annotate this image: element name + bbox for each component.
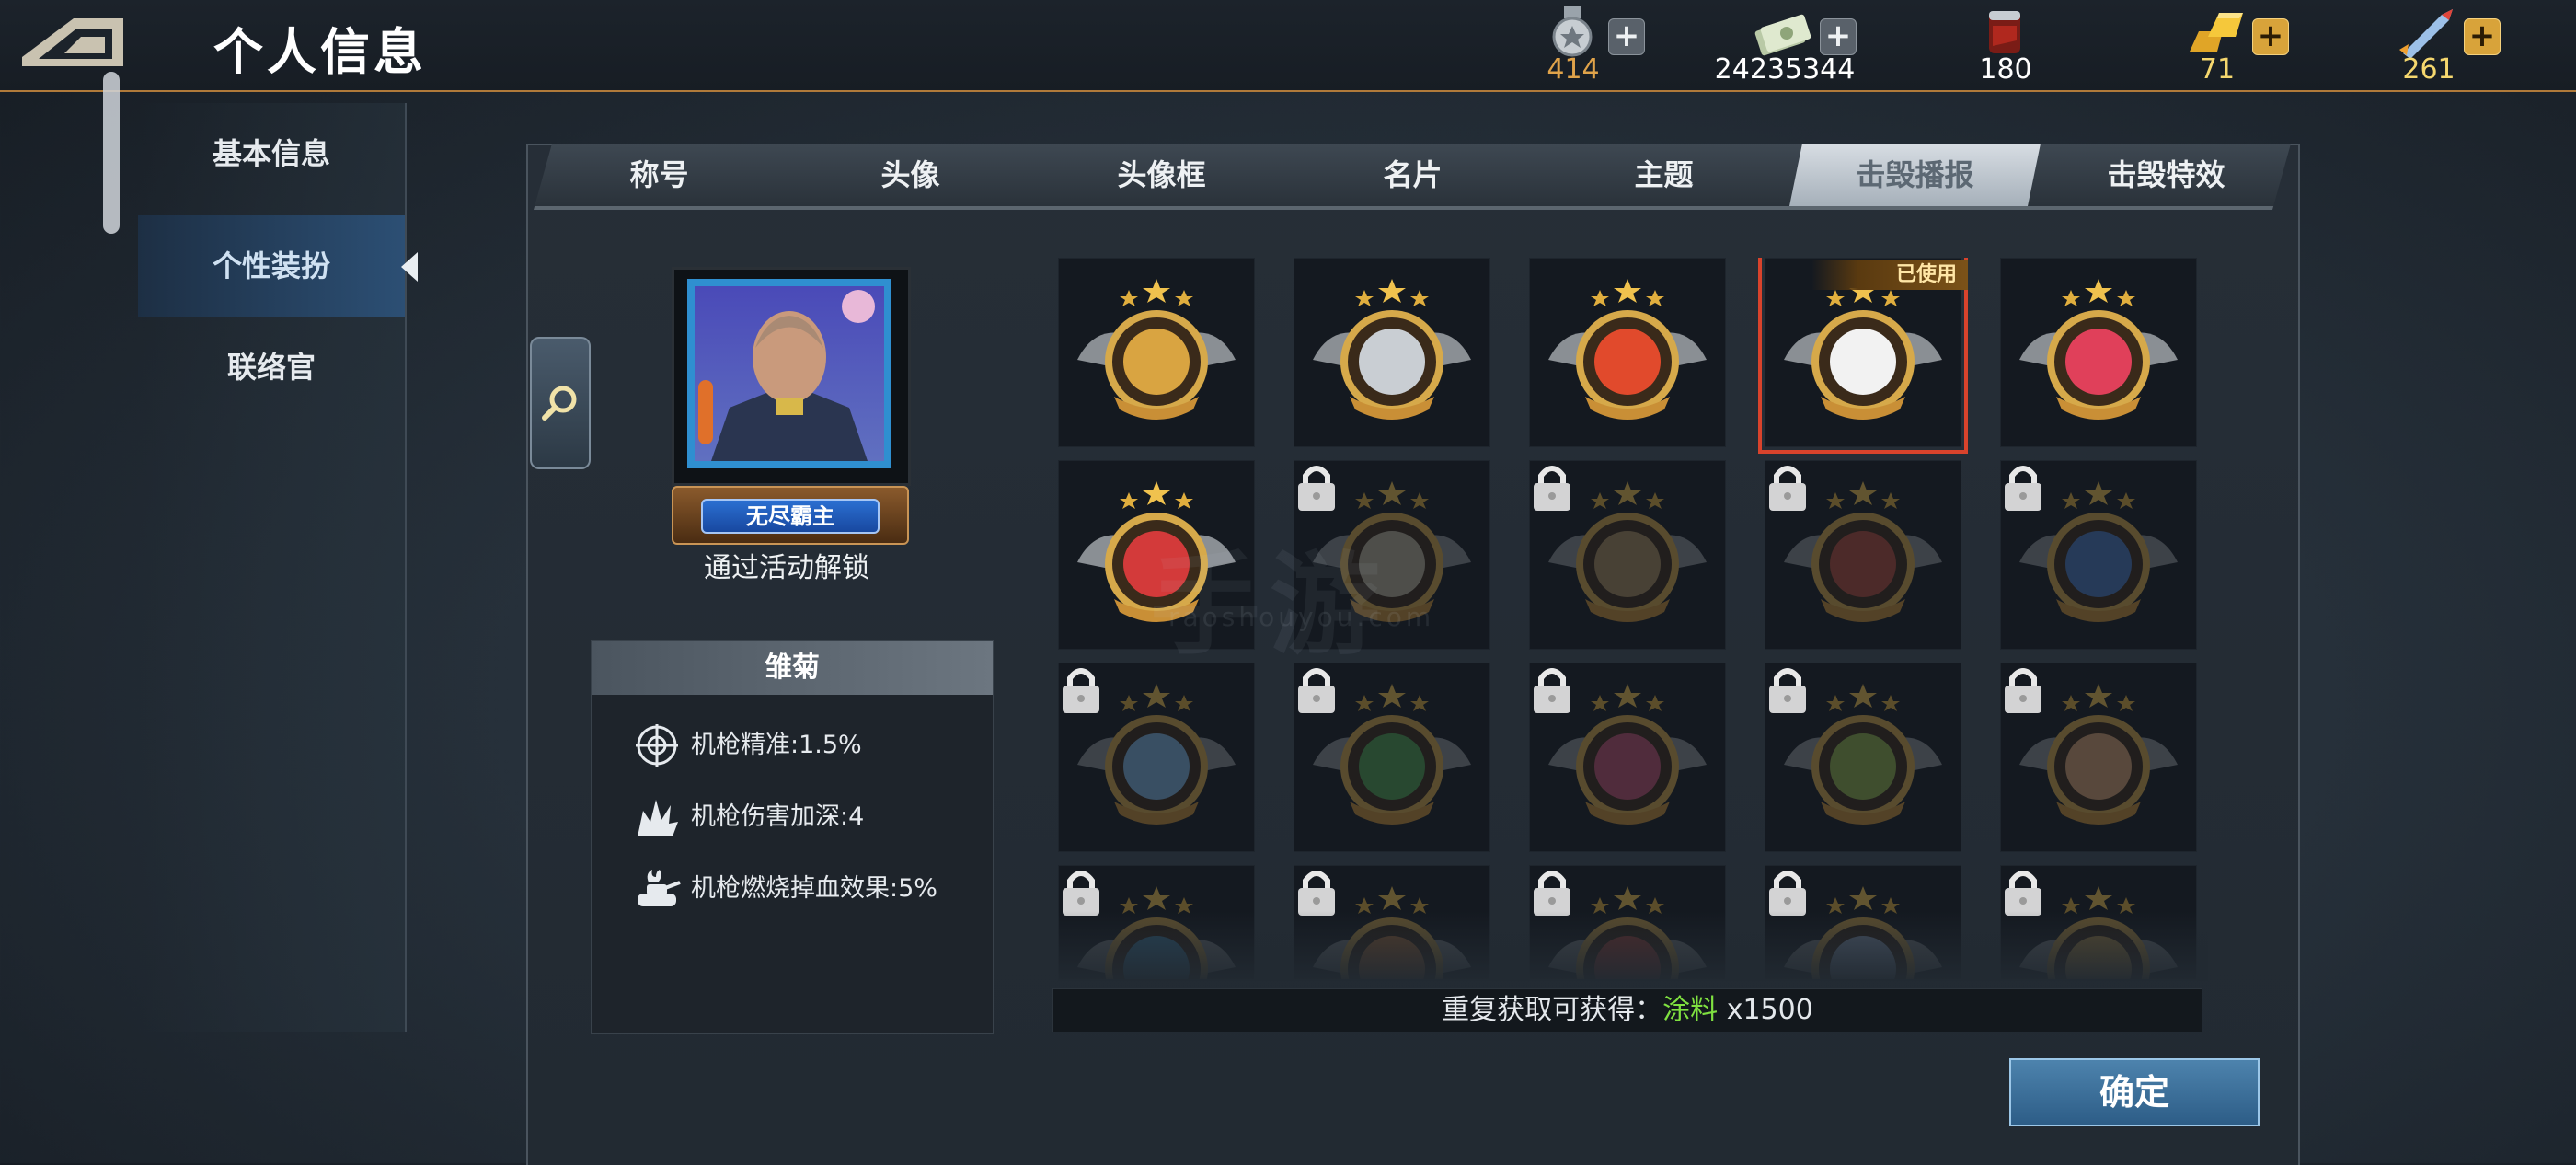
lock-icon xyxy=(2005,466,2041,511)
resource-value: 24235344 xyxy=(1714,53,1856,86)
name-plate: 无尽霸主 xyxy=(672,486,909,545)
lock-icon xyxy=(1534,466,1570,511)
burning-tank-icon xyxy=(638,870,681,906)
unlock-hint: 通过活动解锁 xyxy=(704,552,869,584)
sidebar-item-liaison-officer[interactable]: 联络官 xyxy=(138,317,405,418)
lock-icon xyxy=(1063,871,1099,916)
locked-snowflake-badge[interactable] xyxy=(1058,663,1255,852)
badge-emblem-icon xyxy=(1077,279,1236,420)
gold-bars-icon xyxy=(2190,13,2243,52)
paint-bucket-icon xyxy=(1989,11,2020,53)
add-cash-button[interactable]: + xyxy=(1820,18,1857,55)
avatar-preview xyxy=(672,267,911,486)
badge-emblem-icon xyxy=(1548,279,1707,420)
heart-badge[interactable] xyxy=(2000,258,2197,447)
avatar-portrait xyxy=(687,279,891,468)
explosion-icon xyxy=(638,800,678,836)
attribute-row: 机枪伤害加深:4 xyxy=(632,792,982,842)
confirm-button[interactable]: 确定 xyxy=(2009,1058,2260,1126)
name-plate-title: 无尽霸主 xyxy=(701,499,880,534)
missile-icon xyxy=(2399,9,2453,59)
banknotes-icon xyxy=(1754,14,1811,56)
attribute-row: 机枪精准:1.5% xyxy=(632,721,982,770)
lock-icon xyxy=(1534,668,1570,713)
repeat-reward-item: 涂料 xyxy=(1662,994,1719,1026)
attribute-row: 机枪燃烧掉血效果:5% xyxy=(632,864,982,914)
sidebar: 基本信息 个性装扮 联络官 xyxy=(138,103,418,1032)
lock-icon xyxy=(1063,668,1099,713)
add-token-button[interactable]: + xyxy=(2464,18,2501,55)
lock-icon xyxy=(1769,668,1806,713)
grid-fade xyxy=(1058,911,2208,981)
tab-5[interactable]: 主题 xyxy=(1538,144,1789,206)
gold-star-badge[interactable] xyxy=(1058,258,1255,447)
locked-badge-13[interactable] xyxy=(1529,663,1726,852)
sidebar-item-label: 个性装扮 xyxy=(212,248,330,283)
resource-value: 180 xyxy=(1979,53,2032,86)
watermark-url: raoshouyou.com xyxy=(1168,602,1435,632)
silver-medal-icon xyxy=(1552,6,1593,57)
resource-value: 71 xyxy=(2199,53,2236,86)
watermark: 手游 xyxy=(1150,542,1389,670)
active-indicator-arrow xyxy=(401,252,418,282)
locked-badge-09[interactable] xyxy=(1765,460,1961,650)
lock-icon xyxy=(1298,871,1335,916)
attribute-text: 机枪燃烧掉血效果:5% xyxy=(691,874,937,903)
lightning-badge[interactable] xyxy=(1529,258,1726,447)
resource-value: 414 xyxy=(1547,53,1600,86)
in-use-tag: 已使用 xyxy=(1811,260,1968,290)
tab-4[interactable]: 名片 xyxy=(1287,144,1538,206)
attribute-text: 机枪伤害加深:4 xyxy=(691,802,865,831)
daisy-badge[interactable]: 已使用 xyxy=(1758,258,1968,454)
lock-icon xyxy=(1534,871,1570,916)
crosshair-icon xyxy=(636,724,678,767)
lock-icon xyxy=(2005,668,2041,713)
attribute-panel-title: 雏菊 xyxy=(592,641,993,695)
attribute-panel: 雏菊 机枪精准:1.5% 机枪伤害加深:4 机枪燃烧掉血效果:5% xyxy=(591,640,994,1034)
scrollbar[interactable] xyxy=(103,72,120,234)
add-gold-button[interactable]: + xyxy=(2252,18,2289,55)
top-bar: 个人信息 414 +24235344 +180 71 +261 + xyxy=(0,0,2576,92)
lock-icon xyxy=(1298,466,1335,511)
locked-badge-10[interactable] xyxy=(2000,460,2197,650)
tab-3[interactable]: 头像框 xyxy=(1036,144,1287,206)
page-title: 个人信息 xyxy=(213,23,427,81)
back-button[interactable] xyxy=(17,13,127,72)
tab-7[interactable]: 击毁特效 xyxy=(2041,144,2292,206)
tab-1[interactable]: 称号 xyxy=(534,144,785,206)
locked-badge-08[interactable] xyxy=(1529,460,1726,650)
sidebar-item-customization[interactable]: 个性装扮 xyxy=(138,215,418,317)
zoom-button[interactable] xyxy=(530,337,591,469)
tabs: 称号 头像 头像框 名片 主题 击毁播报 击毁特效 xyxy=(534,144,2291,206)
repeat-reward-prefix: 重复获取可获得： xyxy=(1442,994,1663,1026)
tab-2[interactable]: 头像 xyxy=(785,144,1036,206)
repeat-reward-bar: 重复获取可获得：涂料 x1500 xyxy=(1052,988,2202,1032)
sidebar-item-basic-info[interactable]: 基本信息 xyxy=(138,103,405,204)
tab-6[interactable]: 击毁播报 xyxy=(1789,144,2041,206)
winged-shield-badge[interactable] xyxy=(1294,258,1490,447)
badge-emblem-icon xyxy=(2019,279,2178,420)
badge-emblem-icon xyxy=(1313,279,1471,420)
resource-value: 261 xyxy=(2402,53,2455,86)
lock-icon xyxy=(1769,871,1806,916)
add-medal-button[interactable]: + xyxy=(1608,18,1645,55)
lock-icon xyxy=(2005,871,2041,916)
lock-icon xyxy=(1769,466,1806,511)
locked-badge-15[interactable] xyxy=(2000,663,2197,852)
locked-badge-12[interactable] xyxy=(1294,663,1490,852)
locked-badge-14[interactable] xyxy=(1765,663,1961,852)
back-arrow-icon xyxy=(22,18,123,66)
magnifier-icon xyxy=(542,386,577,421)
attribute-text: 机枪精准:1.5% xyxy=(691,731,862,759)
repeat-reward-amount: x1500 xyxy=(1726,994,1813,1026)
